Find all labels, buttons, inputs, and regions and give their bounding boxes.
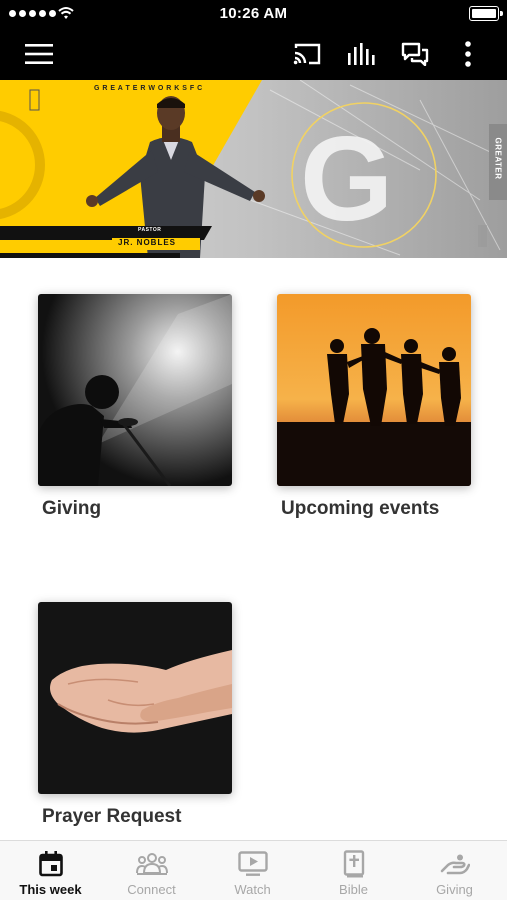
more-options-button[interactable]: [450, 36, 486, 72]
upcoming-events-thumbnail: [277, 294, 471, 486]
bottom-tab-bar: This week Connect Watch Bible Giving: [0, 840, 507, 900]
hero-banner[interactable]: G G R E A T E R W O R K S F C PASTOR JR.…: [0, 80, 507, 258]
cast-icon: [293, 43, 321, 65]
audio-bars-icon: [348, 43, 375, 65]
side-tag: GREATER: [489, 124, 507, 200]
svg-text:G: G: [300, 112, 393, 246]
top-toolbar: [0, 28, 507, 80]
battery-icon: [469, 6, 503, 21]
cast-button[interactable]: [289, 36, 325, 72]
people-icon: [135, 853, 168, 875]
brand-text: G R E A T E R W O R K S F C: [94, 85, 203, 92]
audio-button[interactable]: [343, 36, 379, 72]
bible-icon: [343, 850, 364, 878]
side-tag-text: GREATER: [493, 137, 503, 180]
menu-button[interactable]: [21, 36, 57, 72]
more-vertical-icon: [465, 41, 471, 67]
card-upcoming-events[interactable]: Upcoming events: [277, 294, 471, 520]
giving-hand-icon: [440, 854, 470, 875]
card-giving[interactable]: Giving: [38, 294, 232, 520]
tab-watch-label: Watch: [234, 882, 271, 897]
prayer-request-thumbnail: [38, 602, 232, 794]
tab-this-week-label: This week: [19, 882, 82, 897]
open-hands-image: [38, 602, 232, 794]
card-prayer-request-label: Prayer Request: [42, 806, 182, 827]
messages-button[interactable]: [397, 36, 433, 72]
tab-watch[interactable]: Watch: [202, 841, 303, 900]
status-bar: 10:26 AM: [0, 0, 507, 28]
card-prayer-request[interactable]: Prayer Request: [38, 602, 232, 828]
tab-giving[interactable]: Giving: [404, 841, 505, 900]
tab-connect-label: Connect: [127, 882, 176, 897]
card-upcoming-events-label: Upcoming events: [281, 498, 440, 519]
singer-silhouette-image: [38, 294, 232, 486]
tab-bible-label: Bible: [339, 882, 368, 897]
sunset-people-image: [277, 294, 471, 486]
video-icon: [237, 851, 268, 876]
pastor-name: JR. NOBLES: [118, 238, 177, 247]
tab-bible[interactable]: Bible: [303, 841, 404, 900]
hero-banner-image: G: [0, 80, 507, 258]
status-time: 10:26 AM: [219, 5, 288, 22]
tab-connect[interactable]: Connect: [101, 841, 202, 900]
tab-giving-label: Giving: [436, 882, 473, 897]
tab-this-week[interactable]: This week: [0, 841, 101, 900]
pastor-prefix: PASTOR: [138, 227, 162, 233]
hamburger-menu-icon: [25, 44, 53, 64]
chat-bubbles-icon: [401, 42, 429, 66]
card-giving-label: Giving: [42, 498, 102, 519]
calendar-icon: [38, 851, 63, 877]
giving-thumbnail: [38, 294, 232, 486]
